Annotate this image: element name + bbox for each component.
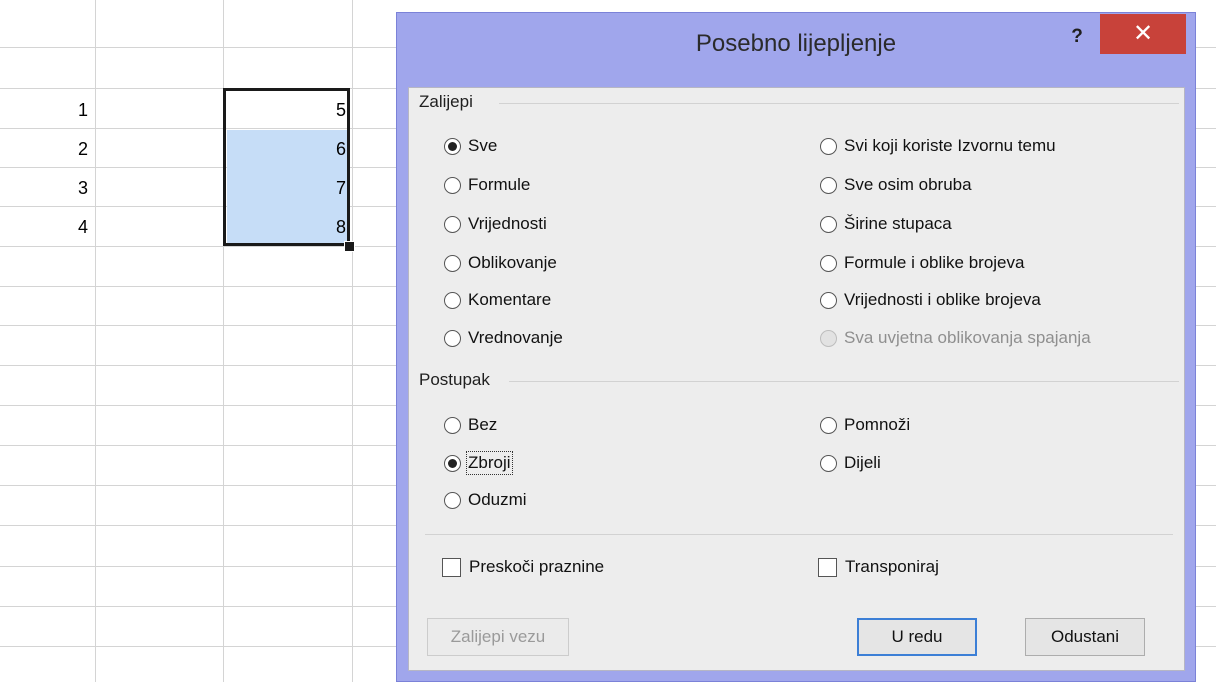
radio-button[interactable] [820, 416, 837, 434]
option-label: Vrednovanje [468, 328, 563, 347]
row-number-cell[interactable]: 1 [78, 91, 108, 129]
option-label: Bez [468, 415, 498, 434]
radio-button[interactable] [820, 291, 837, 309]
paste-group-label: Zalijepi [419, 92, 481, 112]
option-label: Formule i oblike brojeva [844, 253, 1025, 272]
option-label: Formule [468, 175, 531, 194]
radio-values-number-formats[interactable]: Vrijednosti i oblike brojeva [820, 287, 1041, 313]
cancel-button[interactable]: Odustani [1025, 618, 1145, 656]
paste-link-button: Zalijepi vezu [427, 618, 569, 656]
option-label: Svi koji koriste Izvornu temu [844, 136, 1056, 155]
option-label: Vrijednosti [468, 214, 547, 233]
radio-merge-conditional-formats: Sva uvjetna oblikovanja spajanja [820, 325, 1091, 351]
radio-all[interactable]: Sve [444, 133, 497, 159]
option-label: Pomnoži [844, 415, 911, 434]
checkbox-label: Transponiraj [845, 557, 939, 576]
option-label: Sve osim obruba [844, 175, 972, 194]
radio-none[interactable]: Bez [444, 412, 497, 438]
checkbox-label: Preskoči praznine [469, 557, 605, 576]
help-button[interactable]: ? [1062, 19, 1092, 55]
radio-add[interactable]: Zbroji [444, 450, 513, 476]
radio-button[interactable] [820, 454, 837, 472]
group-divider [509, 381, 1179, 382]
grid-line [352, 0, 353, 682]
close-button[interactable]: ✕ [1100, 14, 1186, 54]
separator [425, 534, 1173, 535]
radio-formulas-number-formats[interactable]: Formule i oblike brojeva [820, 250, 1024, 276]
ok-button[interactable]: U redu [857, 618, 977, 656]
option-label: Komentare [468, 290, 552, 309]
selection-border [223, 88, 350, 246]
row-number-cell[interactable]: 2 [78, 130, 108, 168]
radio-validation[interactable]: Vrednovanje [444, 325, 563, 351]
option-label: Oduzmi [468, 490, 527, 509]
option-label: Zbroji [466, 451, 513, 475]
fill-handle[interactable] [344, 241, 355, 252]
option-label: Širine stupaca [844, 214, 952, 233]
group-divider [499, 103, 1179, 104]
option-label: Vrijednosti i oblike brojeva [844, 290, 1041, 309]
radio-source-theme[interactable]: Svi koji koriste Izvornu temu [820, 133, 1056, 159]
radio-column-widths[interactable]: Širine stupaca [820, 211, 952, 237]
option-label: Sva uvjetna oblikovanja spajanja [844, 328, 1091, 347]
radio-button[interactable] [444, 176, 461, 194]
checkbox-transpose[interactable]: Transponiraj [818, 554, 939, 580]
radio-button[interactable] [820, 137, 837, 155]
radio-values[interactable]: Vrijednosti [444, 211, 547, 237]
radio-button-selected[interactable] [444, 137, 461, 155]
radio-divide[interactable]: Dijeli [820, 450, 881, 476]
radio-multiply[interactable]: Pomnoži [820, 412, 910, 438]
checkbox[interactable] [442, 557, 461, 577]
operation-group-label: Postupak [419, 370, 498, 390]
radio-formulas[interactable]: Formule [444, 172, 530, 198]
paste-special-dialog: Posebno lijepljenje ? ✕ Zalijepi Sve For… [396, 12, 1196, 682]
radio-button[interactable] [444, 254, 461, 272]
radio-all-except-borders[interactable]: Sve osim obruba [820, 172, 972, 198]
radio-button[interactable] [444, 416, 461, 434]
row-number-cell[interactable]: 3 [78, 169, 108, 207]
radio-formats[interactable]: Oblikovanje [444, 250, 557, 276]
radio-button-disabled [820, 329, 837, 347]
radio-button[interactable] [820, 215, 837, 233]
row-number-cell[interactable]: 4 [78, 208, 108, 246]
radio-button[interactable] [444, 215, 461, 233]
radio-comments[interactable]: Komentare [444, 287, 551, 313]
radio-button[interactable] [820, 176, 837, 194]
radio-button[interactable] [444, 491, 461, 509]
radio-subtract[interactable]: Oduzmi [444, 487, 527, 513]
radio-button[interactable] [444, 329, 461, 347]
dialog-body: Zalijepi Sve Formule Vrijednosti Oblikov… [408, 87, 1185, 671]
checkbox-skip-blanks[interactable]: Preskoči praznine [442, 554, 604, 580]
option-label: Sve [468, 136, 498, 155]
radio-button-selected[interactable] [444, 454, 461, 472]
option-label: Dijeli [844, 453, 881, 472]
checkbox[interactable] [818, 557, 837, 577]
radio-button[interactable] [444, 291, 461, 309]
radio-button[interactable] [820, 254, 837, 272]
option-label: Oblikovanje [468, 253, 557, 272]
